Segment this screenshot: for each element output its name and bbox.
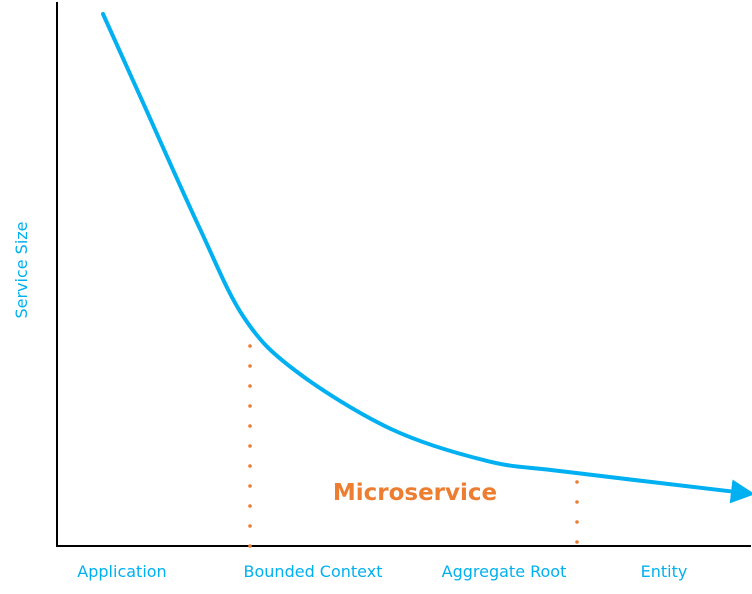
dot [248,484,252,488]
dot [248,464,252,468]
service-size-diagram: Service Size Application Bounded Context… [12,2,752,581]
bounded-context-dotted-line [248,344,252,548]
dot [575,520,579,524]
dot [248,344,252,348]
aggregate-root-dotted-line [575,480,579,544]
dot [248,444,252,448]
x-tick-label-aggregate-root: Aggregate Root [442,562,567,581]
y-axis-label: Service Size [12,221,31,318]
x-tick-label-entity: Entity [641,562,688,581]
x-tick-label-application: Application [77,562,166,581]
x-tick-label-bounded-context: Bounded Context [244,562,383,581]
dot [248,424,252,428]
dot [248,504,252,508]
dot [575,500,579,504]
dot [248,404,252,408]
dot [248,544,252,548]
service-size-curve [101,12,752,504]
dot [575,540,579,544]
dot [248,384,252,388]
dot [575,480,579,484]
dot [248,364,252,368]
microservice-label: Microservice [333,480,497,506]
dot [248,524,252,528]
